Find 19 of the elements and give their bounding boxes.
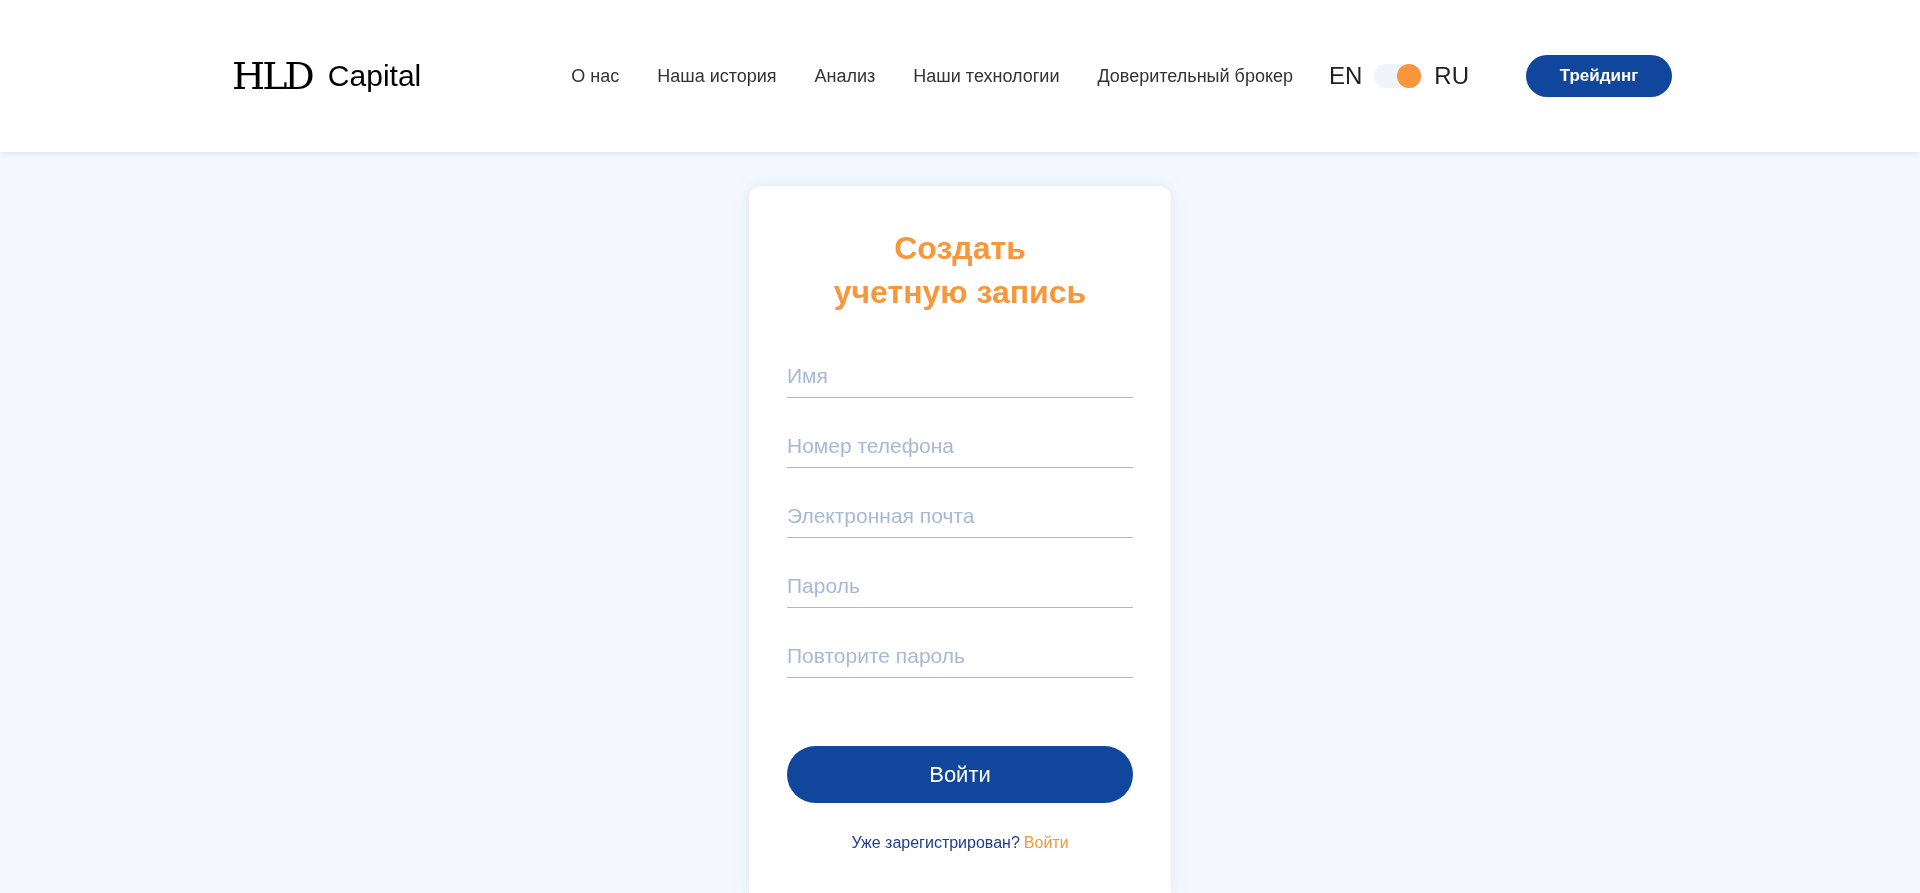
nav-link[interactable]: Наша история (657, 62, 777, 90)
language-switch[interactable] (1374, 64, 1423, 88)
nav-link[interactable]: Доверительный брокер (1097, 62, 1293, 90)
switch-thumb (1397, 64, 1422, 88)
trading-button[interactable]: Трейдинг (1526, 55, 1673, 97)
input-field[interactable]: Электронная почта (787, 494, 1133, 538)
form-title: Создать учетную запись (832, 229, 1088, 312)
input-field[interactable]: Номер телефона (787, 424, 1133, 468)
nav-link[interactable]: Анализ (814, 62, 876, 90)
logo[interactable]: HLD Capital (232, 57, 422, 95)
input-field[interactable]: Имя (787, 354, 1133, 398)
nav-link[interactable]: О нас (571, 62, 620, 90)
login-button[interactable]: Войти (787, 746, 1133, 803)
input-field[interactable]: Повторите пароль (787, 634, 1133, 678)
account-prompt: Уже зарегистрирован? (851, 833, 1020, 853)
input-field[interactable]: Пароль (787, 564, 1133, 608)
language-label: EN (1329, 61, 1363, 91)
nav-link[interactable]: Наши технологии (913, 62, 1060, 90)
language-label: RU (1434, 61, 1470, 91)
